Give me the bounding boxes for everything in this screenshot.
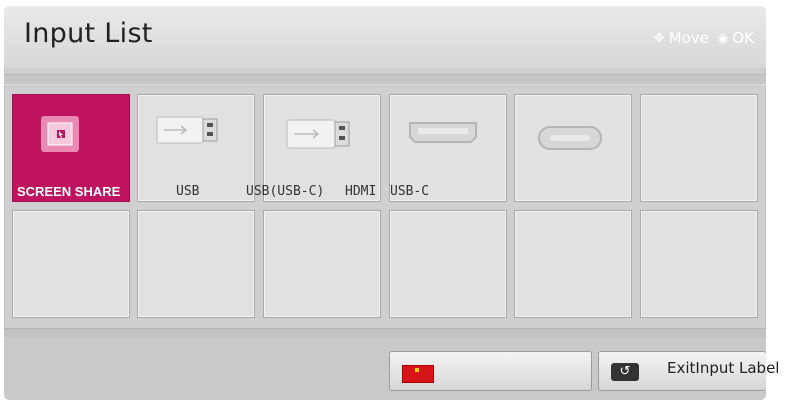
input-tile-label: HDMI bbox=[345, 184, 377, 199]
usb-c-port-icon bbox=[538, 126, 602, 150]
input-list-panel: Input List ✥ Move ◉ OK SCREEN SHARE USB … bbox=[4, 6, 766, 400]
exit-button-label: ExitInput Label bbox=[667, 359, 780, 377]
back-return-icon: ↺ bbox=[611, 363, 639, 381]
ok-circle-icon: ◉ bbox=[717, 31, 729, 45]
input-grid: SCREEN SHARE USB USB(USB-C) HDMI USB-C bbox=[12, 94, 762, 324]
header-bar: Input List ✥ Move ◉ OK bbox=[4, 6, 766, 68]
red-key-button[interactable] bbox=[389, 351, 592, 391]
input-tile-empty bbox=[263, 210, 381, 318]
input-tile-usb[interactable]: USB bbox=[137, 94, 255, 202]
input-tile-label: SCREEN SHARE bbox=[17, 184, 121, 199]
input-tile-label: USB(USB-C) bbox=[246, 184, 325, 199]
footer-bar: ↺ bbox=[4, 337, 766, 400]
input-tile-empty bbox=[640, 210, 758, 318]
input-tile-empty bbox=[137, 210, 255, 318]
red-button-icon bbox=[402, 365, 434, 383]
hint-ok-label: OK bbox=[732, 29, 754, 47]
input-tile-empty bbox=[12, 210, 130, 318]
input-tile-label: USB bbox=[176, 184, 200, 199]
page-title: Input List bbox=[24, 18, 153, 49]
footer-divider bbox=[4, 328, 766, 337]
input-tile-screen-share[interactable]: SCREEN SHARE bbox=[12, 94, 130, 202]
input-tile-empty bbox=[640, 94, 758, 202]
input-tile-empty bbox=[514, 210, 632, 318]
input-tile-empty bbox=[389, 210, 507, 318]
navigation-hint: ✥ Move ◉ OK bbox=[654, 29, 754, 47]
input-tile-usb-c[interactable]: USB-C bbox=[390, 94, 632, 202]
input-tile-label: USB-C bbox=[390, 184, 430, 199]
hint-move-label: Move bbox=[668, 29, 709, 47]
dpad-arrows-icon: ✥ bbox=[653, 30, 665, 46]
header-divider bbox=[4, 74, 766, 85]
